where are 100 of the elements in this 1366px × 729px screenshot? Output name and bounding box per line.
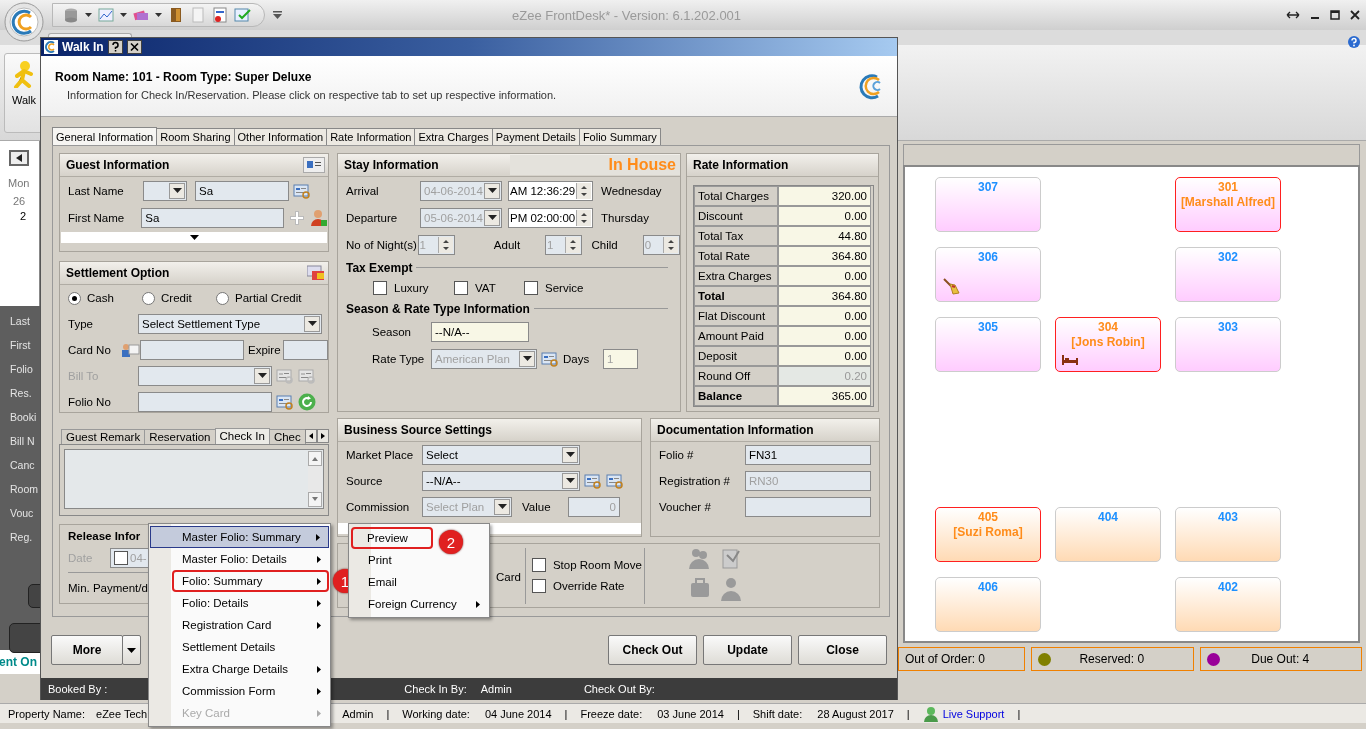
- time-spinner[interactable]: PM 02:00:00: [508, 207, 593, 228]
- action-button[interactable]: Update: [703, 635, 792, 665]
- search-label: Reg.: [9, 530, 33, 545]
- tab[interactable]: Other Information: [233, 128, 328, 145]
- remark-text-area[interactable]: [64, 449, 324, 509]
- spellcheck-icon[interactable]: [212, 7, 228, 23]
- voucher-field[interactable]: [745, 497, 871, 517]
- menu-item[interactable]: Extra Charge Details: [150, 658, 329, 680]
- lookup-icon[interactable]: [606, 472, 624, 490]
- caret-icon[interactable]: [307, 321, 317, 327]
- door-icon[interactable]: [168, 7, 184, 23]
- last-name-field[interactable]: Sa: [195, 180, 289, 201]
- checkbox[interactable]: [531, 579, 546, 593]
- lookup-icon[interactable]: [276, 367, 294, 385]
- menu-item[interactable]: Foreign Currency: [352, 593, 488, 615]
- guest-name: [Marshall Alfred]: [1180, 195, 1276, 209]
- caret-icon[interactable]: [565, 478, 575, 484]
- title-dropdown[interactable]: [143, 180, 187, 201]
- database-icon[interactable]: [63, 7, 79, 23]
- action-button[interactable]: Check Out: [608, 635, 697, 665]
- previous-button[interactable]: [9, 150, 29, 166]
- tab[interactable]: Check In: [214, 428, 270, 444]
- menu-item[interactable]: Folio: Details: [150, 592, 329, 614]
- panel-title: Release Infor: [68, 530, 141, 544]
- first-name-field[interactable]: Sa: [141, 207, 284, 228]
- more-button[interactable]: More: [51, 635, 123, 665]
- maximize-icon[interactable]: [1330, 10, 1340, 20]
- lookup-icon[interactable]: [298, 367, 316, 385]
- tab[interactable]: Rate Information: [326, 128, 416, 145]
- tab[interactable]: Payment Details: [491, 128, 580, 145]
- radio-option[interactable]: Partial Credit: [216, 291, 302, 305]
- expand-arrow-icon[interactable]: [189, 235, 199, 240]
- dialog-title: Walk In: [62, 40, 104, 54]
- caret-icon: [127, 647, 136, 653]
- table-cell: 0.00: [778, 206, 871, 226]
- id-card-icon[interactable]: [303, 157, 325, 173]
- close-icon[interactable]: [126, 40, 142, 54]
- checkbox-label: Luxury: [394, 282, 429, 294]
- support-person-icon[interactable]: [922, 705, 939, 722]
- market-place-dropdown[interactable]: Select: [422, 445, 580, 465]
- spinner-arrows-icon[interactable]: [579, 210, 589, 225]
- checkbox[interactable]: [373, 281, 387, 295]
- tab[interactable]: Extra Charges: [414, 128, 493, 145]
- action-button[interactable]: Close: [798, 635, 887, 665]
- expiry-field[interactable]: [282, 340, 328, 360]
- checkbox[interactable]: [114, 551, 128, 565]
- add-guest-icon[interactable]: [310, 208, 328, 227]
- caret-icon[interactable]: [155, 13, 162, 17]
- live-support-link[interactable]: Live Support: [942, 707, 1005, 720]
- help-icon[interactable]: [107, 40, 123, 54]
- checkbox[interactable]: [524, 281, 538, 295]
- radio-option[interactable]: Cash: [68, 291, 142, 305]
- checklist-icon[interactable]: [234, 7, 252, 23]
- back-arrow-icon: [16, 154, 22, 162]
- calendar-date[interactable]: 2: [20, 210, 27, 222]
- caret-icon[interactable]: [565, 452, 575, 458]
- more-dropdown-button[interactable]: [122, 635, 141, 665]
- lookup-icon[interactable]: [276, 393, 294, 411]
- tab[interactable]: Reservation: [144, 429, 216, 444]
- card-number-field[interactable]: [140, 340, 244, 360]
- tab[interactable]: General Information: [52, 127, 158, 145]
- search-label: Canc: [9, 458, 35, 473]
- caret-icon[interactable]: [257, 373, 267, 379]
- time-spinner[interactable]: AM 12:36:29: [508, 180, 593, 201]
- source-dropdown[interactable]: --N/A--: [422, 471, 580, 491]
- card-reader-icon[interactable]: [120, 342, 140, 358]
- panel-button[interactable]: [9, 623, 42, 653]
- caret-icon[interactable]: [85, 13, 92, 17]
- chart-icon[interactable]: [98, 7, 114, 23]
- season-field[interactable]: --N/A--: [431, 321, 529, 342]
- scrollbar[interactable]: [308, 451, 322, 507]
- payment-card-icon[interactable]: [307, 265, 325, 281]
- checkbox[interactable]: [531, 558, 546, 572]
- caret-icon[interactable]: [172, 187, 182, 194]
- overflow-icon[interactable]: [273, 11, 282, 19]
- restore-icon[interactable]: [1286, 10, 1300, 20]
- menu-item[interactable]: Master Folio: Summary: [150, 526, 329, 548]
- footer-label: Check Out By:: [583, 683, 655, 695]
- close-icon[interactable]: [1350, 10, 1360, 20]
- field-label: Adult: [493, 238, 522, 251]
- radio-option[interactable]: Credit: [142, 291, 216, 305]
- lookup-icon[interactable]: [584, 472, 602, 490]
- tab[interactable]: Room Sharing: [156, 128, 235, 145]
- refresh-icon[interactable]: [298, 393, 316, 411]
- spinner-arrows-icon[interactable]: [579, 183, 589, 198]
- folio-field[interactable]: FN31: [745, 445, 871, 465]
- menu-item[interactable]: Registration Card: [150, 614, 329, 636]
- tab[interactable]: Guest Remark: [61, 429, 146, 444]
- lookup-icon[interactable]: [541, 349, 559, 368]
- settlement-type-dropdown[interactable]: Select Settlement Type: [138, 314, 322, 334]
- tab[interactable]: Folio Summary: [578, 128, 661, 145]
- tab[interactable]: Chec: [268, 429, 306, 444]
- lookup-icon[interactable]: [293, 181, 311, 200]
- menu-item[interactable]: Commission Form: [150, 680, 329, 702]
- caret-icon[interactable]: [120, 13, 127, 17]
- tab-scroll-buttons[interactable]: [304, 429, 329, 443]
- menu-item[interactable]: Settlement Details: [150, 636, 329, 658]
- calendar-date[interactable]: 26: [13, 195, 26, 207]
- folio-number-field[interactable]: [138, 392, 272, 412]
- checkbox[interactable]: [454, 281, 468, 295]
